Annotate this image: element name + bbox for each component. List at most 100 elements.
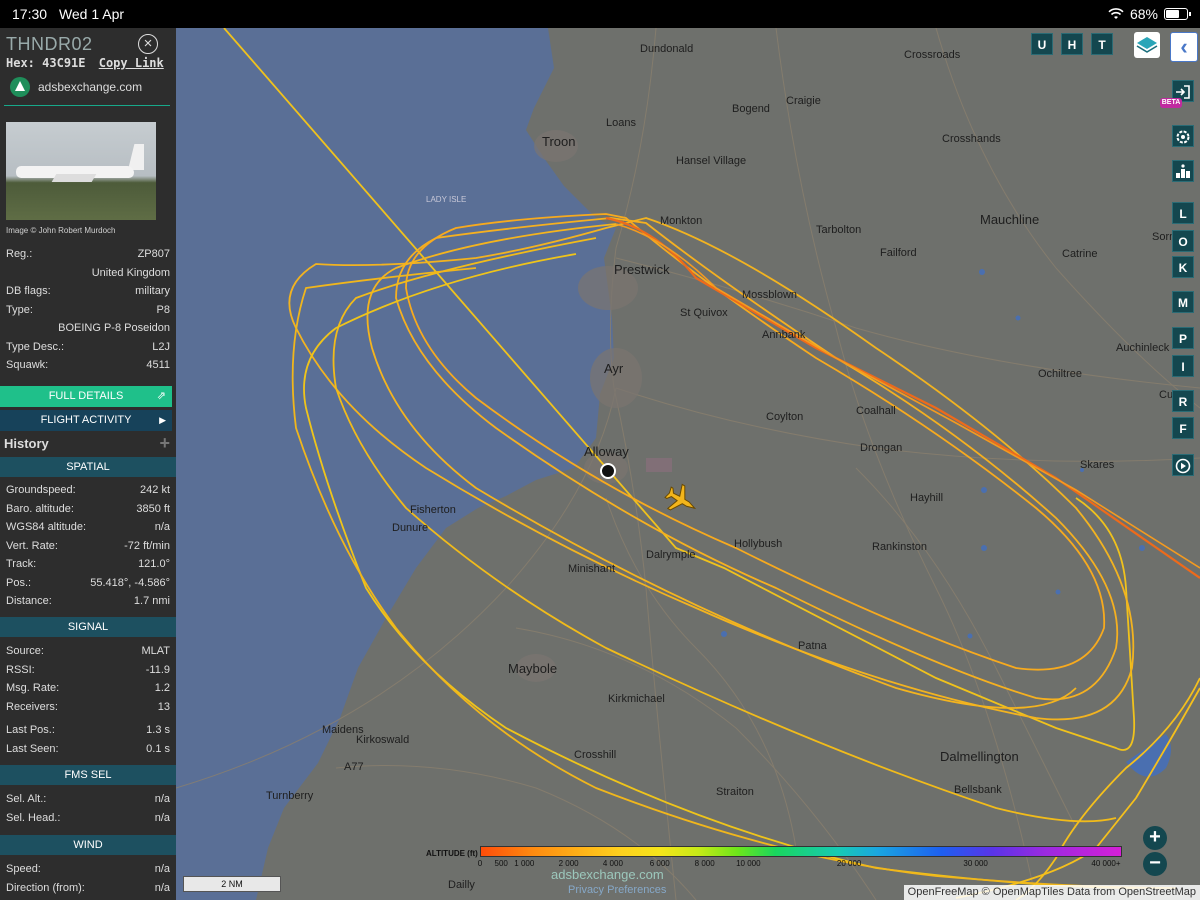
beta-badge: BETA	[1160, 98, 1182, 108]
section-fms-sel[interactable]: FMS SEL	[0, 765, 176, 785]
section-signal[interactable]: SIGNAL	[0, 617, 176, 637]
hex-value: 43C91E	[42, 56, 86, 70]
town-label: Catrine	[1062, 248, 1097, 260]
info-value: 4511	[146, 359, 170, 371]
wifi-icon	[1108, 8, 1124, 19]
legend-tick-label: 30 000	[963, 859, 988, 868]
history-header[interactable]: History +	[0, 433, 176, 455]
info-key: Squawk:	[6, 359, 49, 371]
fms-key: Sel. Alt.:	[6, 793, 47, 805]
info-key: DB flags:	[6, 285, 51, 297]
map-button-r[interactable]: R	[1172, 390, 1194, 412]
wind-key: Speed:	[6, 863, 41, 875]
fms-value: n/a	[154, 793, 170, 805]
town-label: Monkton	[660, 215, 702, 227]
town-label: Hayhill	[910, 492, 943, 504]
info-value: United Kingdom	[91, 266, 170, 279]
section-spatial[interactable]: SPATIAL	[0, 457, 176, 477]
map-attribution[interactable]: OpenFreeMap © OpenMapTiles Data from Ope…	[903, 885, 1200, 900]
caret-right-icon: ▶	[159, 415, 166, 425]
signal-value: 0.1 s	[146, 743, 170, 755]
town-label: Rankinston	[872, 541, 927, 553]
wind-value: n/a	[154, 863, 170, 875]
info-key: Reg.:	[6, 248, 33, 260]
replay-button[interactable]	[1172, 454, 1194, 476]
town-label: Drongan	[860, 442, 902, 454]
signal-value: 1.3 s	[146, 724, 170, 736]
spatial-key: Distance:	[6, 595, 52, 607]
info-key: Type Desc.:	[6, 340, 65, 353]
signal-row: Source: MLAT	[6, 645, 170, 661]
map-button-k[interactable]: K	[1172, 256, 1194, 278]
aircraft-info-panel: THNDR02 × Hex: 43C91E Copy Link adsbexch…	[0, 28, 176, 900]
status-date: Wed 1 Apr	[58, 6, 125, 22]
spatial-value: 55.418°, -4.586°	[90, 576, 170, 589]
town-label: Bellsbank	[954, 784, 1002, 796]
town-label: Hansel Village	[676, 155, 746, 167]
source-site-link[interactable]: adsbexchange.com	[10, 77, 142, 97]
signal-key: Msg. Rate:	[6, 682, 60, 694]
map-view[interactable]: Dundonald Crossroads Craigie Bogend Loans Tro…	[176, 28, 1200, 900]
town-label: Dunure	[392, 522, 428, 534]
close-button[interactable]: ×	[138, 34, 158, 54]
info-row: United Kingdom	[6, 267, 170, 283]
spatial-key: Vert. Rate:	[6, 539, 58, 552]
legend-tick-label: 0	[477, 859, 483, 868]
layers-button[interactable]	[1134, 32, 1160, 58]
signal-key: Source:	[6, 645, 44, 657]
spatial-key: WGS84 altitude:	[6, 521, 87, 533]
town-label: Hollybush	[734, 538, 782, 550]
sea-label: LADY ISLE	[426, 195, 466, 204]
zoom-out-button[interactable]: −	[1143, 852, 1167, 876]
history-label: History	[4, 436, 49, 451]
signal-key: Last Pos.:	[6, 724, 55, 736]
fms-value: n/a	[154, 811, 170, 824]
copy-link[interactable]: Copy Link	[99, 56, 164, 70]
town-label: Crossroads	[904, 49, 961, 61]
signal-key: Last Seen:	[6, 743, 59, 755]
map-canvas[interactable]: Dundonald Crossroads Craigie Bogend Loans Tro…	[176, 28, 1200, 900]
map-button-o[interactable]: O	[1172, 230, 1194, 252]
privacy-preferences-link[interactable]: Privacy Preferences	[568, 884, 666, 896]
receiver-marker-icon[interactable]	[600, 463, 616, 479]
town-label: Ayr	[604, 361, 624, 376]
fms-row: Sel. Head.: n/a	[6, 812, 170, 828]
spatial-row: Baro. altitude: 3850 ft	[6, 503, 170, 519]
map-button-i[interactable]: I	[1172, 355, 1194, 377]
play-circle-icon	[1175, 458, 1191, 474]
signal-value: 1.2	[154, 682, 170, 694]
plus-icon[interactable]: +	[159, 433, 170, 454]
gear-icon	[1176, 130, 1190, 144]
signal-value: -11.9	[145, 664, 170, 676]
town-label: Coylton	[766, 411, 803, 423]
aircraft-photo[interactable]	[6, 122, 156, 220]
info-row: Reg.: ZP807	[6, 248, 170, 264]
scale-bar: 2 NM	[183, 876, 281, 892]
signal-row: Last Pos.: 1.3 s	[6, 724, 170, 740]
layers-icon	[1136, 37, 1158, 53]
map-button-u[interactable]: U	[1031, 33, 1053, 55]
spatial-row: Groundspeed: 242 kt	[6, 484, 170, 500]
zoom-in-button[interactable]: +	[1143, 826, 1167, 850]
map-button-t[interactable]: T	[1091, 33, 1113, 55]
stats-button[interactable]	[1172, 160, 1194, 182]
full-details-button[interactable]: FULL DETAILS ⇗	[0, 386, 172, 407]
map-button-m[interactable]: M	[1172, 291, 1194, 313]
flight-activity-button[interactable]: FLIGHT ACTIVITY ▶	[0, 410, 172, 431]
collapse-panel-button[interactable]: ‹	[1170, 32, 1198, 62]
info-row: Type: P8	[6, 304, 170, 320]
info-row: DB flags: military	[6, 285, 170, 301]
map-button-p[interactable]: P	[1172, 327, 1194, 349]
map-button-l[interactable]: L	[1172, 202, 1194, 224]
map-button-f[interactable]: F	[1172, 417, 1194, 439]
town-label: Craigie	[786, 95, 821, 107]
section-wind[interactable]: WIND	[0, 835, 176, 855]
town-label: Ochiltree	[1038, 368, 1082, 380]
map-button-h[interactable]: H	[1061, 33, 1083, 55]
signal-row: Receivers: 13	[6, 701, 170, 717]
status-time: 17:30	[12, 6, 48, 22]
settings-button[interactable]	[1172, 125, 1194, 147]
legend-title: ALTITUDE (ft)	[426, 849, 478, 858]
spatial-row: WGS84 altitude: n/a	[6, 521, 170, 537]
info-row: BOEING P-8 Poseidon	[6, 322, 170, 338]
